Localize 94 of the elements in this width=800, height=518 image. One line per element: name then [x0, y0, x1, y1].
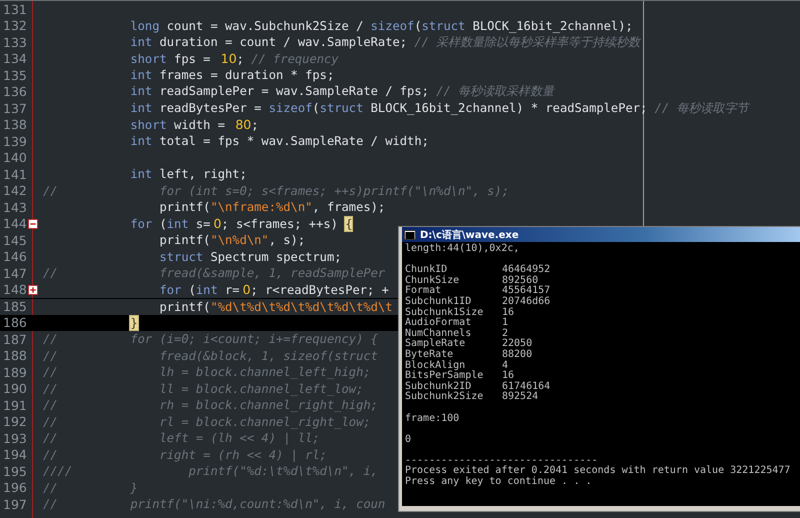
- line-number: 189: [2, 364, 28, 380]
- line-number: 191: [2, 398, 28, 413]
- code-line: int duration = count / wav.SampleRate; // 采样数量除以每秒采样率等于持续秒数: [129, 34, 640, 51]
- field-name: Subchunk1Size: [405, 308, 484, 318]
- console-icon: [404, 230, 416, 240]
- code-line: // printf("\ni:%d,count:%d\n", i, coun: [42, 497, 386, 512]
- code-line: for (int r= 0; r<readBytesPer; +: [158, 282, 389, 298]
- field-value: 61746164: [502, 382, 552, 392]
- field-name: AudioFormat: [405, 318, 472, 328]
- code-line: short width = 80;: [129, 117, 258, 132]
- field-value: 20746d66: [502, 296, 552, 308]
- field-value: 2: [502, 328, 508, 339]
- line-number: 134: [2, 51, 28, 66]
- field-name: NumChannels: [405, 328, 472, 339]
- field-value: 16: [502, 308, 516, 318]
- code-line: // fread(&block, 1, sizeof(struct: [42, 348, 378, 363]
- field-value: 1: [502, 318, 510, 328]
- line-number: 142: [2, 183, 28, 198]
- expand-icon[interactable]: [28, 284, 38, 295]
- code-line: struct Spectrum spectrum;: [158, 250, 342, 264]
- field-name: BlockAlign: [405, 360, 466, 371]
- field-name: Subchunk2ID: [405, 382, 472, 392]
- code-line: // ll = block.channel_left_low;: [42, 382, 364, 396]
- line-number: 186: [2, 315, 28, 330]
- field-value: 22050: [502, 339, 534, 350]
- code-line: // }: [42, 480, 138, 495]
- code-line: for (int s= 0; s<frames; ++s) {: [129, 216, 352, 232]
- line-number: 143: [2, 200, 28, 215]
- line-number: 147: [2, 266, 28, 281]
- line-number: 188: [2, 348, 28, 364]
- code-line: // rl = block.channel_right_low;: [42, 414, 371, 429]
- line-number: 193: [2, 430, 28, 446]
- line-number: 197: [2, 496, 28, 512]
- code-line: int readSamplePer = wav.SampleRate / fps; // 每秒读取采样数量: [129, 83, 554, 100]
- line-number: 132: [2, 18, 28, 34]
- line-number: 194: [2, 447, 28, 462]
- field-name: Format: [405, 286, 442, 296]
- code-line: int left, right;: [129, 167, 247, 182]
- line-number: 138: [2, 117, 28, 132]
- line-number: 145: [2, 232, 28, 248]
- code-line: //// printf("%d:\t%d\t%d\n", i,: [42, 464, 378, 478]
- field-value: 88200: [502, 350, 534, 360]
- collapse-icon[interactable]: [28, 218, 38, 229]
- field-name: ChunkSize: [405, 276, 460, 286]
- field-name: ByteRate: [405, 350, 454, 360]
- line-number: 195: [2, 464, 28, 479]
- code-line: printf("\n%d\n", s);: [158, 233, 306, 248]
- window-title: D:\c语言\wave.exe: [420, 228, 519, 242]
- line-number: 144: [2, 216, 28, 232]
- line-number: 187: [2, 332, 28, 347]
- code-line: // for (i=0; i<count; i+=frequency) {: [42, 332, 378, 346]
- line-number: 136: [2, 84, 28, 100]
- code-line: long count = wav.Subchunk2Size / sizeof(struct BLOCK_16bit_2channel);: [129, 18, 633, 33]
- line-number: 196: [2, 480, 28, 496]
- line-number: 140: [2, 150, 28, 166]
- code-line: // for (int s=0; s<frames; ++s)printf("\n%d\n", s);: [42, 184, 509, 198]
- field-name: Subchunk2Size: [405, 392, 484, 403]
- line-number: 141: [2, 166, 28, 182]
- console-output: frame:100: [405, 412, 460, 424]
- console-output: 0: [405, 434, 412, 445]
- line-number: 137: [2, 100, 28, 116]
- line-number: 148: [2, 282, 28, 298]
- field-name: Subchunk1ID: [405, 296, 472, 307]
- field-name: ChunkID: [405, 265, 448, 276]
- console-output: --------------------------------: [405, 454, 598, 466]
- line-number: 185: [2, 299, 28, 314]
- field-value: 4: [502, 360, 508, 371]
- line-number: 139: [2, 134, 28, 149]
- line-number: 190: [2, 381, 28, 396]
- console-output: length:44(10),0x2c,: [405, 243, 520, 254]
- field-value: 45564157: [502, 286, 552, 296]
- code-line: // rh = block.channel_right_high;: [42, 398, 378, 412]
- code-line: // fread(&sample, 1, readSamplePer: [42, 266, 386, 280]
- field-value: 892560: [502, 276, 538, 286]
- line-number: 192: [2, 414, 28, 430]
- code-line: // lh = block.channel_left_high;: [42, 365, 371, 380]
- line-number: 131: [2, 2, 28, 17]
- line-number: 135: [2, 68, 28, 83]
- code-line: int total = fps * wav.SampleRate / width;: [129, 134, 429, 148]
- field-value: 892524: [502, 392, 540, 403]
- field-name: BitsPerSample: [405, 371, 484, 382]
- field-value: 46464952: [502, 265, 552, 276]
- field-name: SampleRate: [405, 339, 466, 350]
- code-line: int frames = duration * fps;: [129, 68, 334, 82]
- console-output: Process exited after 0.2041 seconds with return value 3221225477: [405, 465, 790, 476]
- code-line: printf("\nframe:%d\n", frames);: [158, 200, 386, 214]
- code-line: // left = (lh << 4) | ll;: [42, 431, 320, 446]
- line-number: 133: [2, 34, 28, 50]
- field-value: 16: [502, 371, 516, 382]
- code-line: printf("%d\t%d\t%d\t%d\t%d\t%d\t: [158, 300, 392, 314]
- line-number: 146: [2, 249, 28, 264]
- code-line: // right = (rh << 4) | rl;: [42, 448, 327, 462]
- code-line: short fps = 10; // frequency: [129, 51, 339, 66]
- console-output: Press any key to continue . . .: [405, 476, 592, 488]
